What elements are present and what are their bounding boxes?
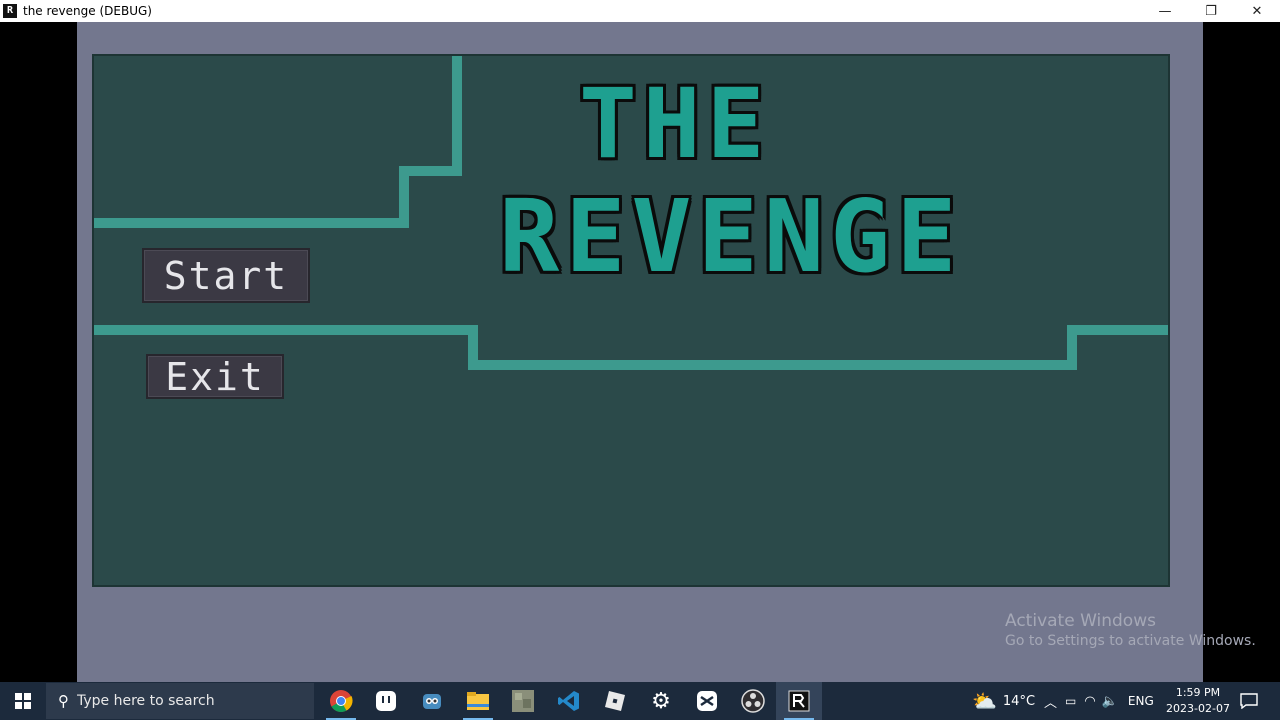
taskbar-search[interactable]: ⚲ <box>46 683 314 719</box>
the-revenge-app-icon[interactable] <box>776 682 822 720</box>
window-controls: — ❐ ✕ <box>1142 0 1280 22</box>
weather-widget[interactable]: ⛅ 14°C <box>972 682 1035 720</box>
battery-icon[interactable]: ▭ <box>1065 694 1076 708</box>
game-title-line2: REVENGE <box>499 178 963 295</box>
obs-icon[interactable] <box>730 682 776 720</box>
restore-button[interactable]: ❐ <box>1188 0 1234 22</box>
app-icon[interactable] <box>363 682 409 720</box>
godot-icon[interactable] <box>409 682 455 720</box>
game-title-line1: THE <box>579 68 771 180</box>
weather-icon: ⛅ <box>972 689 997 713</box>
exit-button[interactable]: Exit <box>146 354 284 399</box>
capcut-icon[interactable] <box>684 682 730 720</box>
main-menu-panel: THE REVENGE Start Exit <box>92 54 1170 587</box>
image-app-icon[interactable] <box>500 682 546 720</box>
file-explorer-icon[interactable] <box>455 682 501 720</box>
window-title: the revenge (DEBUG) <box>23 4 152 18</box>
windows-start-icon[interactable] <box>0 682 46 720</box>
chevron-up-icon[interactable]: ︿ <box>1044 692 1057 711</box>
weather-temp: 14°C <box>1002 693 1036 709</box>
upper-circuit-line <box>94 56 462 228</box>
settings-icon[interactable]: ⚙ <box>638 682 684 720</box>
volume-icon[interactable]: 🔈 <box>1102 694 1118 709</box>
watermark-line2: Go to Settings to activate Windows. <box>1005 633 1256 649</box>
notification-icon[interactable] <box>1240 682 1258 720</box>
wifi-icon[interactable]: ◠ <box>1084 694 1095 709</box>
language-indicator[interactable]: ENG <box>1128 694 1154 708</box>
clock-date: 2023-02-07 <box>1166 702 1230 715</box>
app-icon: R <box>3 4 17 18</box>
activate-windows-watermark: Activate Windows Go to Settings to activ… <box>1005 611 1256 649</box>
minimize-button[interactable]: — <box>1142 0 1188 22</box>
window-titlebar: R the revenge (DEBUG) — ❐ ✕ <box>0 0 1280 22</box>
search-icon: ⚲ <box>58 692 69 710</box>
system-tray: ︿ ▭ ◠ 🔈 ENG <box>1044 682 1154 720</box>
close-button[interactable]: ✕ <box>1234 0 1280 22</box>
watermark-line1: Activate Windows <box>1005 611 1156 631</box>
start-button[interactable]: Start <box>142 248 310 303</box>
roblox-icon[interactable] <box>592 682 638 720</box>
vscode-icon[interactable] <box>546 682 592 720</box>
search-input[interactable] <box>75 692 299 710</box>
chrome-icon[interactable] <box>318 682 364 720</box>
taskbar-clock[interactable]: 1:59 PM 2023-02-07 <box>1162 685 1234 717</box>
taskbar: ⚲ ⚙ ⛅ 14°C ︿ ▭ ◠ 🔈 <box>0 682 1280 720</box>
clock-time: 1:59 PM <box>1175 686 1221 699</box>
